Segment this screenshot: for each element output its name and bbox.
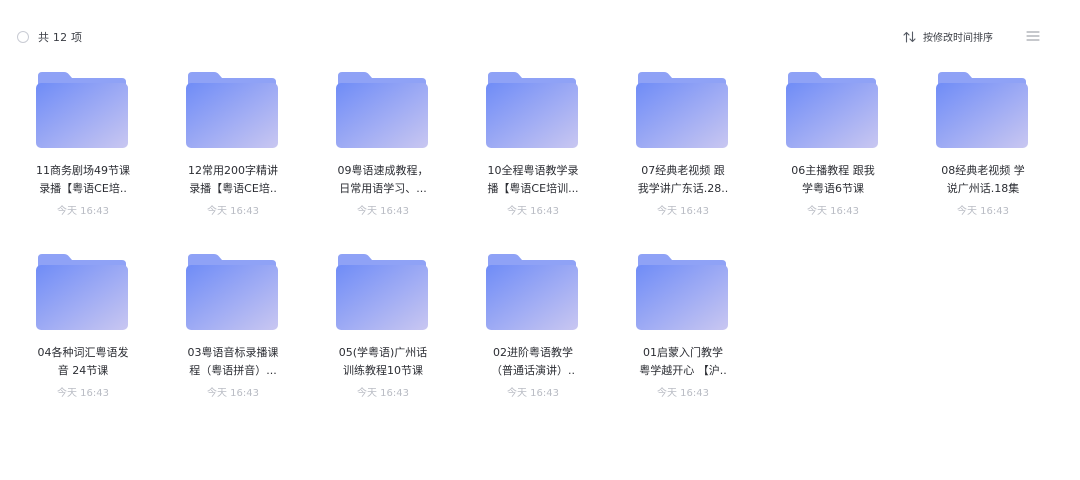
folder-item[interactable]: 12常用200字精讲 录播【粤语CE培.. 今天 16:43 [158,64,308,234]
folder-item[interactable]: 08经典老视频 学 说广州话.18集 今天 16:43 [908,64,1058,234]
folder-icon [486,254,578,330]
folder-item[interactable]: 03粤语音标录播课 程（粤语拼音）... 今天 16:43 [158,246,308,416]
folder-modified-time: 今天 16:43 [357,388,409,399]
folder-name: 05(学粤语)广州话 训练教程10节课 [338,346,428,377]
folder-modified-time: 今天 16:43 [657,206,709,217]
folder-name: 03粤语音标录播课 程（粤语拼音）... [187,346,279,377]
folder-modified-time: 今天 16:43 [207,388,259,399]
folder-name: 11商务剧场49节课 录播【粤语CE培.. [36,164,130,195]
folder-icon [786,72,878,148]
folder-icon [36,72,128,148]
folder-modified-time: 今天 16:43 [807,206,859,217]
select-all-checkbox[interactable]: 共 12 项 [17,29,82,45]
folder-icon [336,72,428,148]
folder-name: 08经典老视频 学 说广州话.18集 [941,164,1025,195]
folder-item[interactable]: 11商务剧场49节课 录播【粤语CE培.. 今天 16:43 [8,64,158,234]
sort-arrows-icon [903,30,916,43]
folder-item[interactable]: 10全程粤语教学录 播【粤语CE培训... 今天 16:43 [458,64,608,234]
folder-modified-time: 今天 16:43 [207,206,259,217]
folder-icon [336,254,428,330]
folder-icon [636,254,728,330]
folder-name: 09粤语速成教程， 日常用语学习、... [337,164,429,195]
folder-item[interactable]: 07经典老视频 跟 我学讲广东话.28.. 今天 16:43 [608,64,758,234]
folder-modified-time: 今天 16:43 [507,388,559,399]
folder-name: 10全程粤语教学录 播【粤语CE培训... [487,164,579,195]
folder-name: 07经典老视频 跟 我学讲广东话.28.. [637,164,729,195]
folder-icon [186,72,278,148]
folder-item[interactable]: 04各种词汇粤语发 音 24节课 今天 16:43 [8,246,158,416]
folder-icon [936,72,1028,148]
folder-modified-time: 今天 16:43 [507,206,559,217]
folder-modified-time: 今天 16:43 [957,206,1009,217]
sort-label: 按修改时间排序 [923,33,993,44]
toolbar: 共 12 项 按修改时间排序 [0,0,1080,72]
list-view-icon[interactable] [1026,30,1040,42]
folder-name: 01启蒙入门教学 粤学越开心 【沪.. [639,346,727,377]
folder-modified-time: 今天 16:43 [657,388,709,399]
folder-item[interactable]: 09粤语速成教程， 日常用语学习、... 今天 16:43 [308,64,458,234]
folder-modified-time: 今天 16:43 [57,388,109,399]
sort-by-modified-button[interactable]: 按修改时间排序 [903,29,993,44]
folder-item[interactable]: 01启蒙入门教学 粤学越开心 【沪.. 今天 16:43 [608,246,758,416]
folder-name: 12常用200字精讲 录播【粤语CE培.. [188,164,278,195]
folder-icon [186,254,278,330]
folder-item[interactable]: 06主播教程 跟我 学粤语6节课 今天 16:43 [758,64,908,234]
folder-name: 06主播教程 跟我 学粤语6节课 [791,164,875,195]
folder-modified-time: 今天 16:43 [57,206,109,217]
folder-icon [636,72,728,148]
item-count: 共 12 项 [38,31,83,44]
folder-modified-time: 今天 16:43 [357,206,409,217]
folder-name: 02进阶粤语教学 （普通话演讲）.. [491,346,575,377]
folder-icon [486,72,578,148]
folder-item[interactable]: 02进阶粤语教学 （普通话演讲）.. 今天 16:43 [458,246,608,416]
folder-icon [36,254,128,330]
folder-name: 04各种词汇粤语发 音 24节课 [37,346,129,377]
folder-item[interactable]: 05(学粤语)广州话 训练教程10节课 今天 16:43 [308,246,458,416]
select-radio-icon[interactable] [17,31,29,43]
